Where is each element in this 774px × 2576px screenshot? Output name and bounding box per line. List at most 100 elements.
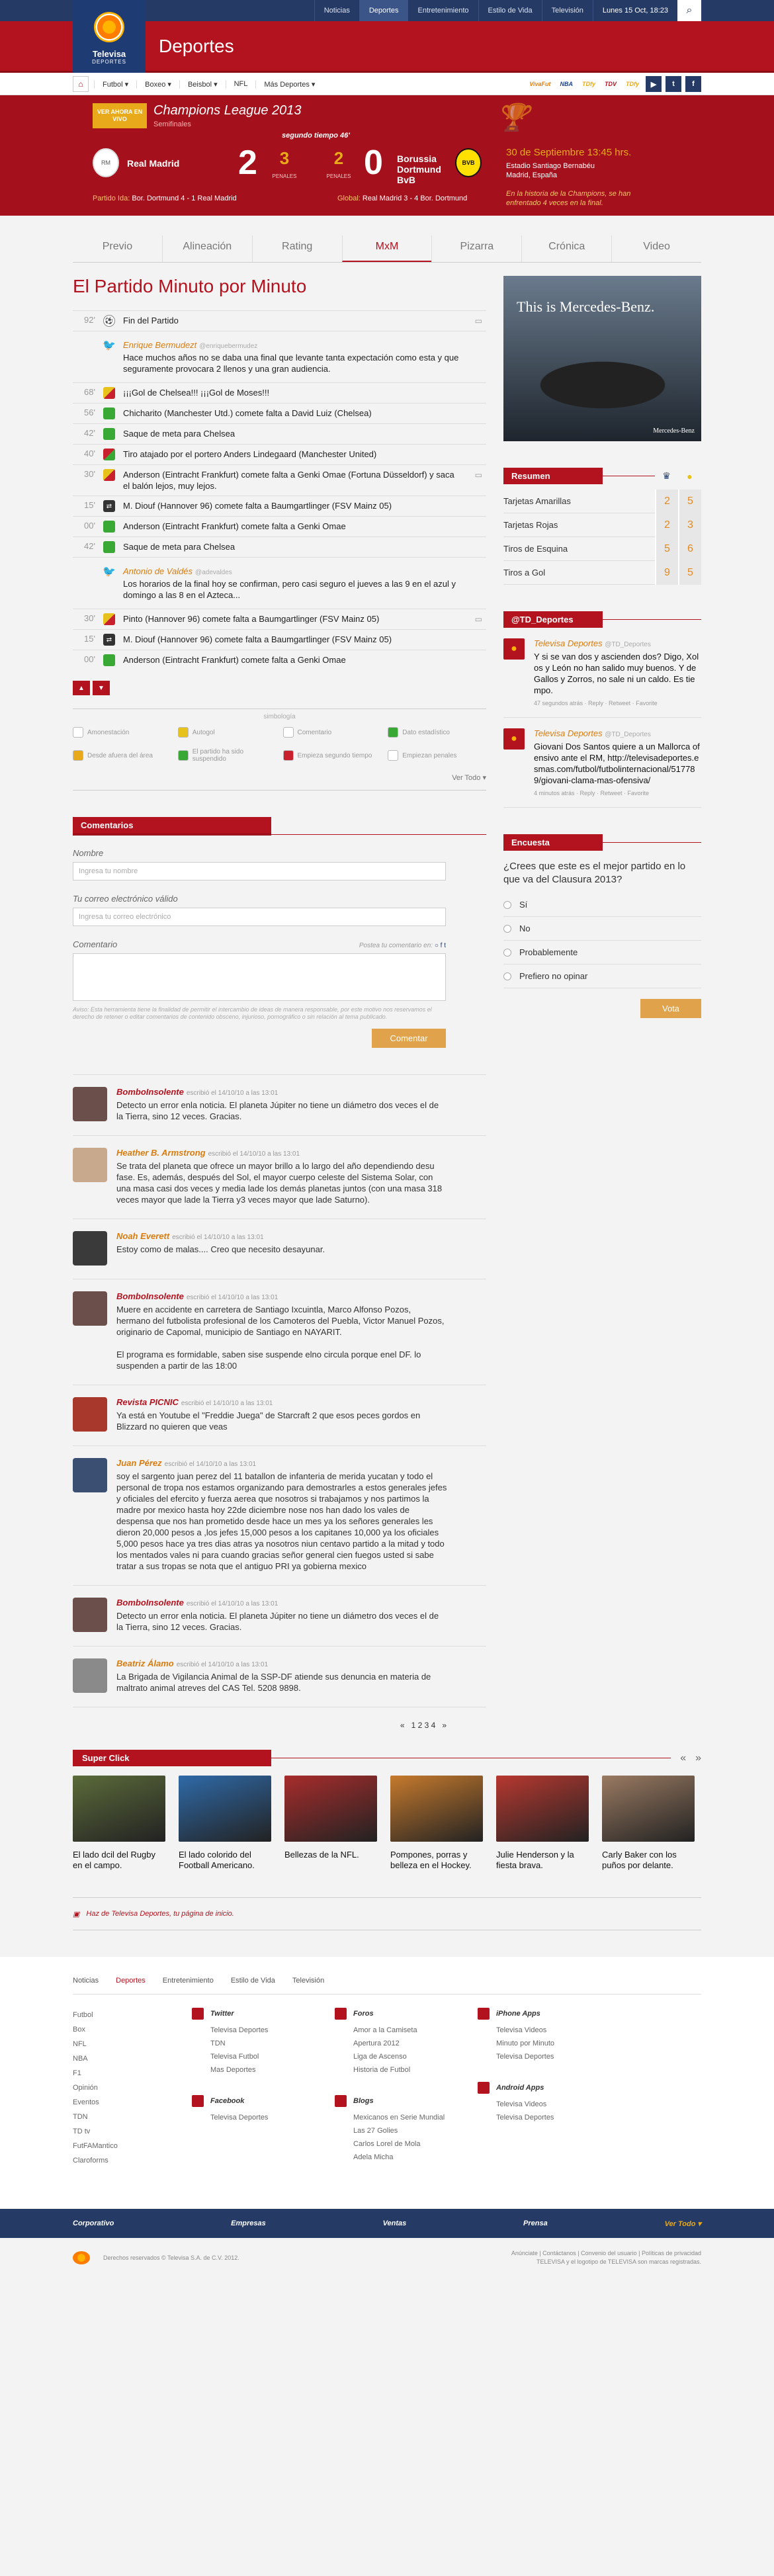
footer-link[interactable]: Liga de Ascenso (335, 2050, 478, 2063)
share-icons[interactable]: ○ f t (435, 942, 446, 949)
sport-menu-item[interactable]: Boxeo ▾ (136, 79, 179, 89)
comment-author[interactable]: BomboInsolente (116, 1291, 184, 1301)
gallery-photo[interactable] (73, 1776, 165, 1842)
comment-author[interactable]: Heather B. Armstrong (116, 1148, 206, 1158)
legal-links-text[interactable]: Anúnciate | Contáctanos | Convenio del u… (511, 2249, 701, 2258)
gallery-item[interactable]: El lado dcil del Rugby en el campo. (73, 1776, 165, 1871)
watch-live-button[interactable]: VER AHORA EN VIVO (93, 103, 147, 128)
footer-sport-link[interactable]: Claroforms (73, 2153, 192, 2168)
footer-sport-link[interactable]: NFL (73, 2037, 192, 2051)
tab-1[interactable]: Alineación (161, 236, 252, 262)
tweet-author[interactable]: Televisa Deportes (534, 728, 603, 738)
arrow-down-icon[interactable]: ▼ (93, 681, 110, 695)
corporate-link[interactable]: Empresas (231, 2219, 266, 2227)
gallery-photo[interactable] (496, 1776, 589, 1842)
footer-link[interactable]: Las 27 Golies (335, 2124, 478, 2137)
footer-sport-link[interactable]: TD tv (73, 2124, 192, 2139)
search-icon[interactable]: ⌕ (677, 0, 701, 21)
top-nav-item[interactable]: Deportes (359, 0, 408, 21)
footer-link[interactable]: Televisa Deportes (192, 2024, 335, 2037)
gallery-item[interactable]: El lado colorido del Football Americano. (179, 1776, 271, 1871)
gallery-item[interactable]: Pompones, porras y belleza en el Hockey. (390, 1776, 483, 1871)
gallery-item[interactable]: Julie Henderson y la fiesta brava. (496, 1776, 589, 1871)
home-icon[interactable]: ⌂ (73, 76, 89, 92)
gallery-photo[interactable] (179, 1776, 271, 1842)
footer-nav-item[interactable]: Entretenimiento (163, 1977, 214, 1985)
footer-link[interactable]: Apertura 2012 (335, 2037, 478, 2050)
comment-author[interactable]: BomboInsolente (116, 1598, 184, 1608)
footer-link[interactable]: Televisa Deportes (478, 2111, 621, 2124)
footer-nav-item[interactable]: Estilo de Vida (231, 1977, 275, 1985)
top-nav-item[interactable]: Estilo de Vida (478, 0, 542, 21)
footer-link[interactable]: Amor a la Camiseta (335, 2024, 478, 2037)
gallery-caption[interactable]: Pompones, porras y belleza en el Hockey. (390, 1850, 483, 1871)
gallery-caption[interactable]: Carly Baker con los puños por delante. (602, 1850, 695, 1871)
vote-button[interactable]: Vota (640, 999, 701, 1018)
radio-button[interactable] (503, 924, 511, 933)
poll-option[interactable]: No (503, 917, 701, 941)
comment-author[interactable]: Juan Pérez (116, 1458, 162, 1468)
camera-icon[interactable]: ▭ (475, 316, 482, 325)
next-page-button[interactable]: » (442, 1721, 447, 1730)
radio-button[interactable] (503, 900, 511, 909)
footer-link[interactable]: Televisa Videos (478, 2098, 621, 2111)
footer-link[interactable]: Televisa Futbol (192, 2050, 335, 2063)
footer-link[interactable]: Historia de Futbol (335, 2063, 478, 2077)
nba-logo[interactable]: NBA (558, 79, 576, 89)
vivafut-logo[interactable]: VivaFut (527, 79, 553, 89)
tweet-actions[interactable]: 47 segundos atrás · Reply · Retweet · Fa… (534, 700, 701, 707)
footer-sport-link[interactable]: TDN (73, 2110, 192, 2124)
sport-menu-item[interactable]: Más Deportes ▾ (255, 79, 323, 89)
youtube-icon[interactable]: ▶ (646, 76, 662, 92)
footer-sport-link[interactable]: NBA (73, 2051, 192, 2066)
sport-menu-item[interactable]: Futbol ▾ (94, 79, 136, 89)
top-nav-item[interactable]: Noticias (314, 0, 359, 21)
tab-0[interactable]: Previo (73, 236, 162, 262)
comment-author[interactable]: Beatriz Álamo (116, 1658, 174, 1668)
footer-sport-link[interactable]: Futbol (73, 2008, 192, 2022)
footer-link[interactable]: Minuto por Minuto (478, 2037, 621, 2050)
footer-nav-item[interactable]: Noticias (73, 1977, 99, 1985)
gallery-next-icon[interactable]: » (686, 1752, 701, 1764)
comment-textarea[interactable] (73, 953, 446, 1001)
footer-sport-link[interactable]: F1 (73, 2066, 192, 2081)
twitter-icon[interactable]: t (666, 76, 681, 92)
gallery-caption[interactable]: El lado colorido del Football Americano. (179, 1850, 271, 1871)
radio-button[interactable] (503, 948, 511, 957)
gallery-photo[interactable] (284, 1776, 377, 1842)
tab-3[interactable]: MxM (341, 236, 432, 262)
tab-4[interactable]: Pizarra (431, 236, 521, 262)
gallery-prev-icon[interactable]: « (671, 1752, 686, 1764)
comment-author[interactable]: Noah Everett (116, 1231, 169, 1241)
tab-2[interactable]: Rating (251, 236, 342, 262)
tab-6[interactable]: Video (611, 236, 701, 262)
top-nav-item[interactable]: Entretenimiento (408, 0, 478, 21)
camera-icon[interactable]: ▭ (475, 615, 482, 624)
gallery-caption[interactable]: El lado dcil del Rugby en el campo. (73, 1850, 165, 1871)
homepage-cta[interactable]: ▣ Haz de Televisa Deportes, tu página de … (73, 1897, 701, 1930)
comment-author[interactable]: Revista PICNIC (116, 1397, 179, 1407)
tdv-logo[interactable]: TDV (602, 79, 619, 89)
sport-menu-item[interactable]: NFL (225, 79, 256, 89)
tdfy-logo-2[interactable]: TDfy (623, 79, 642, 89)
footer-sport-link[interactable]: Opinión (73, 2081, 192, 2095)
televisa-logo[interactable]: Televisa DEPORTES (73, 0, 146, 73)
gallery-item[interactable]: Bellezas de la NFL. (284, 1776, 377, 1871)
corporate-link[interactable]: Ver Todo ▾ (665, 2219, 701, 2228)
camera-icon[interactable]: ▭ (475, 470, 482, 480)
gallery-item[interactable]: Carly Baker con los puños por delante. (602, 1776, 695, 1871)
footer-link[interactable]: Mexicanos en Serie Mundial (335, 2111, 478, 2124)
comment-submit-button[interactable]: Comentar (372, 1029, 446, 1048)
footer-sport-link[interactable]: Eventos (73, 2095, 192, 2110)
comment-author[interactable]: BomboInsolente (116, 1087, 184, 1097)
arrow-up-icon[interactable]: ▲ (73, 681, 90, 695)
corporate-link[interactable]: Corporativo (73, 2219, 114, 2227)
footer-link[interactable]: Mas Deportes (192, 2063, 335, 2077)
tdfy-logo[interactable]: TDfy (580, 79, 598, 89)
footer-sport-link[interactable]: FutFAMantico (73, 2139, 192, 2153)
tweet-actions[interactable]: 4 minutos atrás · Reply · Retweet · Favo… (534, 790, 701, 796)
gallery-caption[interactable]: Bellezas de la NFL. (284, 1850, 377, 1860)
footer-link[interactable]: Televisa Videos (478, 2024, 621, 2037)
footer-sport-link[interactable]: Box (73, 2022, 192, 2037)
top-nav-item[interactable]: Televisión (541, 0, 593, 21)
